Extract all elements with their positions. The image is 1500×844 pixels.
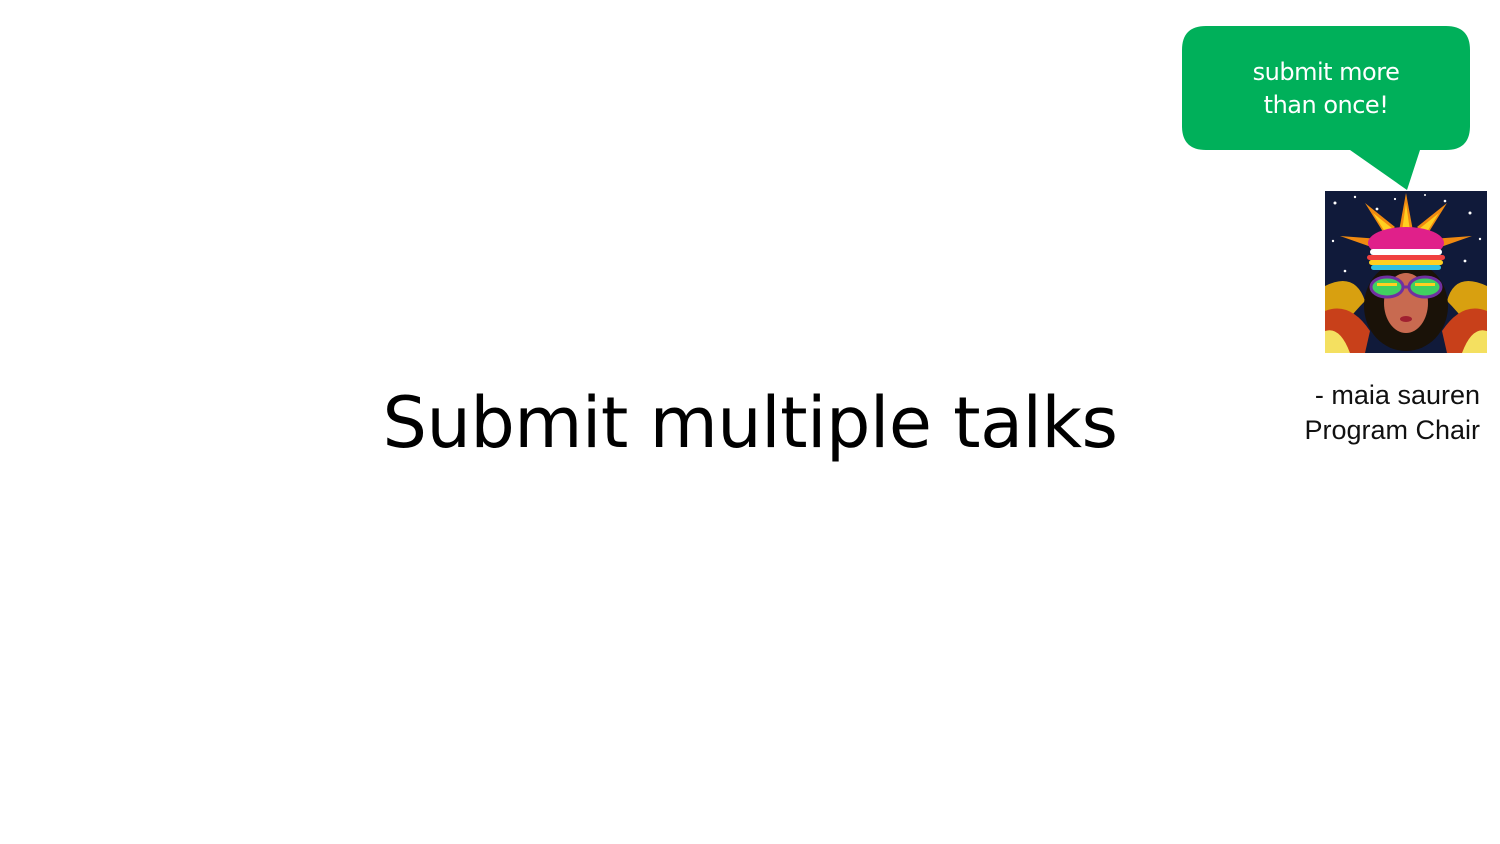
speech-bubble-line-2: than once! <box>1263 91 1389 119</box>
speech-bubble-text: submit more than once! <box>1182 56 1470 122</box>
attribution-name: - maia sauren <box>1314 380 1480 410</box>
speaker-portrait <box>1325 191 1487 353</box>
speech-bubble-line-1: submit more <box>1252 58 1400 86</box>
attribution-role: Program Chair <box>1304 415 1480 445</box>
attribution: - maia sauren Program Chair <box>1304 378 1480 448</box>
slide-title: Submit multiple talks <box>382 382 1118 464</box>
